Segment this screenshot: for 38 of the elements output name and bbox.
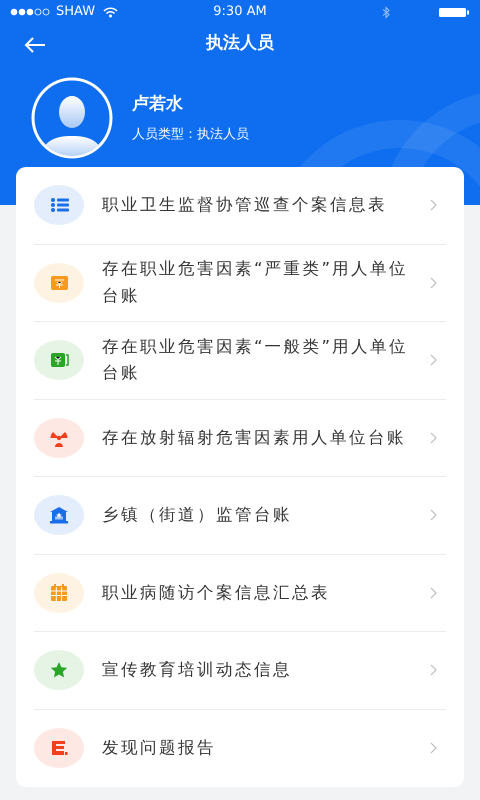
menu-label: 乡镇（街道）监管台账: [102, 504, 293, 526]
chevron-right-icon: [430, 432, 437, 444]
menu-item[interactable]: 乡镇（街道）监管台账: [34, 477, 446, 554]
chevron-right-icon: [430, 742, 437, 754]
menu-item[interactable]: 存在放射辐射危害因素用人单位台账: [34, 400, 446, 477]
menu-label: 存在放射辐射危害因素用人单位台账: [102, 426, 407, 449]
menu-label: 发现问题报告: [102, 737, 217, 760]
star-icon: [49, 660, 69, 680]
status-time: 9:30 AM: [213, 3, 267, 22]
chevron-right-icon: [430, 509, 437, 522]
menu-label: 存在职业危害因素“一般类”用人单位台账: [102, 336, 410, 384]
avatar-icon: [30, 76, 114, 160]
chevron-right-icon: [430, 586, 437, 599]
chevron-right-icon: [430, 664, 437, 676]
menu-label: 宣传教育培训动态信息: [102, 659, 293, 682]
chevron-right-icon: [430, 354, 437, 366]
menu-item[interactable]: 宣传教育培训动态信息: [34, 632, 446, 710]
menu-item[interactable]: 职业病随访个案信息汇总表: [34, 554, 446, 632]
user-name: 卢若水: [132, 92, 184, 116]
building-icon: [49, 505, 69, 526]
signal-icon: [10, 8, 52, 16]
page-title: 执法人员: [206, 32, 274, 56]
bluetooth-icon: [382, 6, 390, 18]
menu-label: 存在职业危害因素“严重类”用人单位台账: [102, 258, 410, 307]
wifi-icon: [103, 6, 118, 18]
user-type: 人员类型：执法人员: [132, 126, 249, 144]
carrier-name: SHAW: [56, 3, 96, 22]
chevron-right-icon: [430, 276, 437, 289]
menu-item[interactable]: 存在职业危害因素“一般类”用人单位台账: [34, 322, 446, 400]
back-arrow-icon: [24, 36, 46, 54]
chevron-right-icon: [430, 199, 437, 212]
menu-item[interactable]: 职业卫生监督协管巡查个案信息表: [34, 167, 446, 244]
menu-item[interactable]: 发现问题报告: [34, 710, 446, 787]
menu-label: 职业病随访个案信息汇总表: [102, 582, 331, 604]
menu-label: 职业卫生监督协管巡查个案信息表: [102, 194, 388, 216]
calendar-icon: [49, 582, 69, 603]
battery-icon: [438, 6, 470, 18]
menu-item[interactable]: 存在职业危害因素“严重类”用人单位台账: [34, 244, 446, 322]
